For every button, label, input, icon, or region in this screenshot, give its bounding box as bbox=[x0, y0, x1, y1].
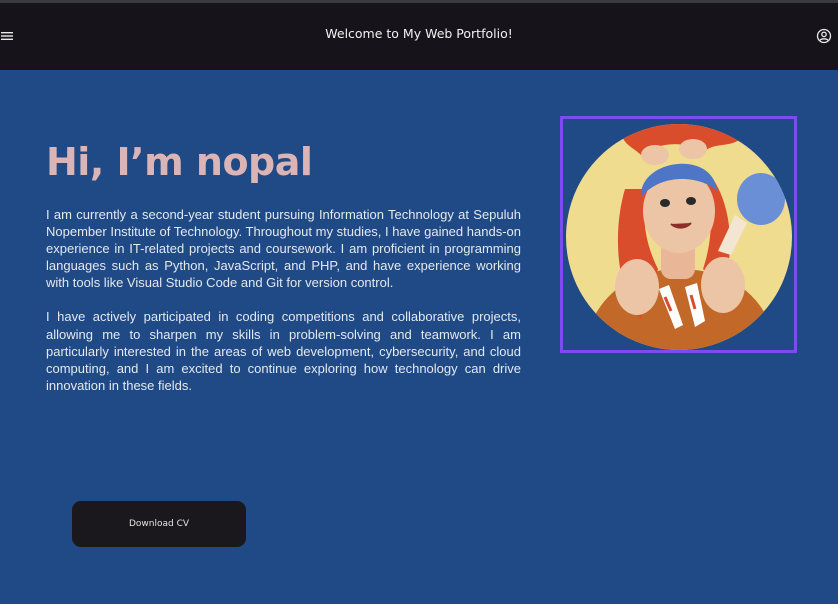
profile-avatar bbox=[560, 116, 797, 353]
hero-heading: Hi, I’m nopal bbox=[46, 140, 313, 184]
bio-paragraph: I have actively participated in coding c… bbox=[46, 309, 521, 393]
bio-text: I am currently a second-year student pur… bbox=[46, 206, 521, 411]
avatar-illustration bbox=[563, 119, 794, 350]
navbar: Welcome to My Web Portfolio! bbox=[0, 3, 838, 70]
user-account-button[interactable] bbox=[816, 28, 832, 44]
header-title: Welcome to My Web Portfolio! bbox=[325, 26, 513, 41]
user-circle-icon bbox=[816, 28, 832, 44]
bio-paragraph: I am currently a second-year student pur… bbox=[46, 207, 521, 291]
download-cv-button[interactable]: Download CV bbox=[72, 501, 246, 547]
